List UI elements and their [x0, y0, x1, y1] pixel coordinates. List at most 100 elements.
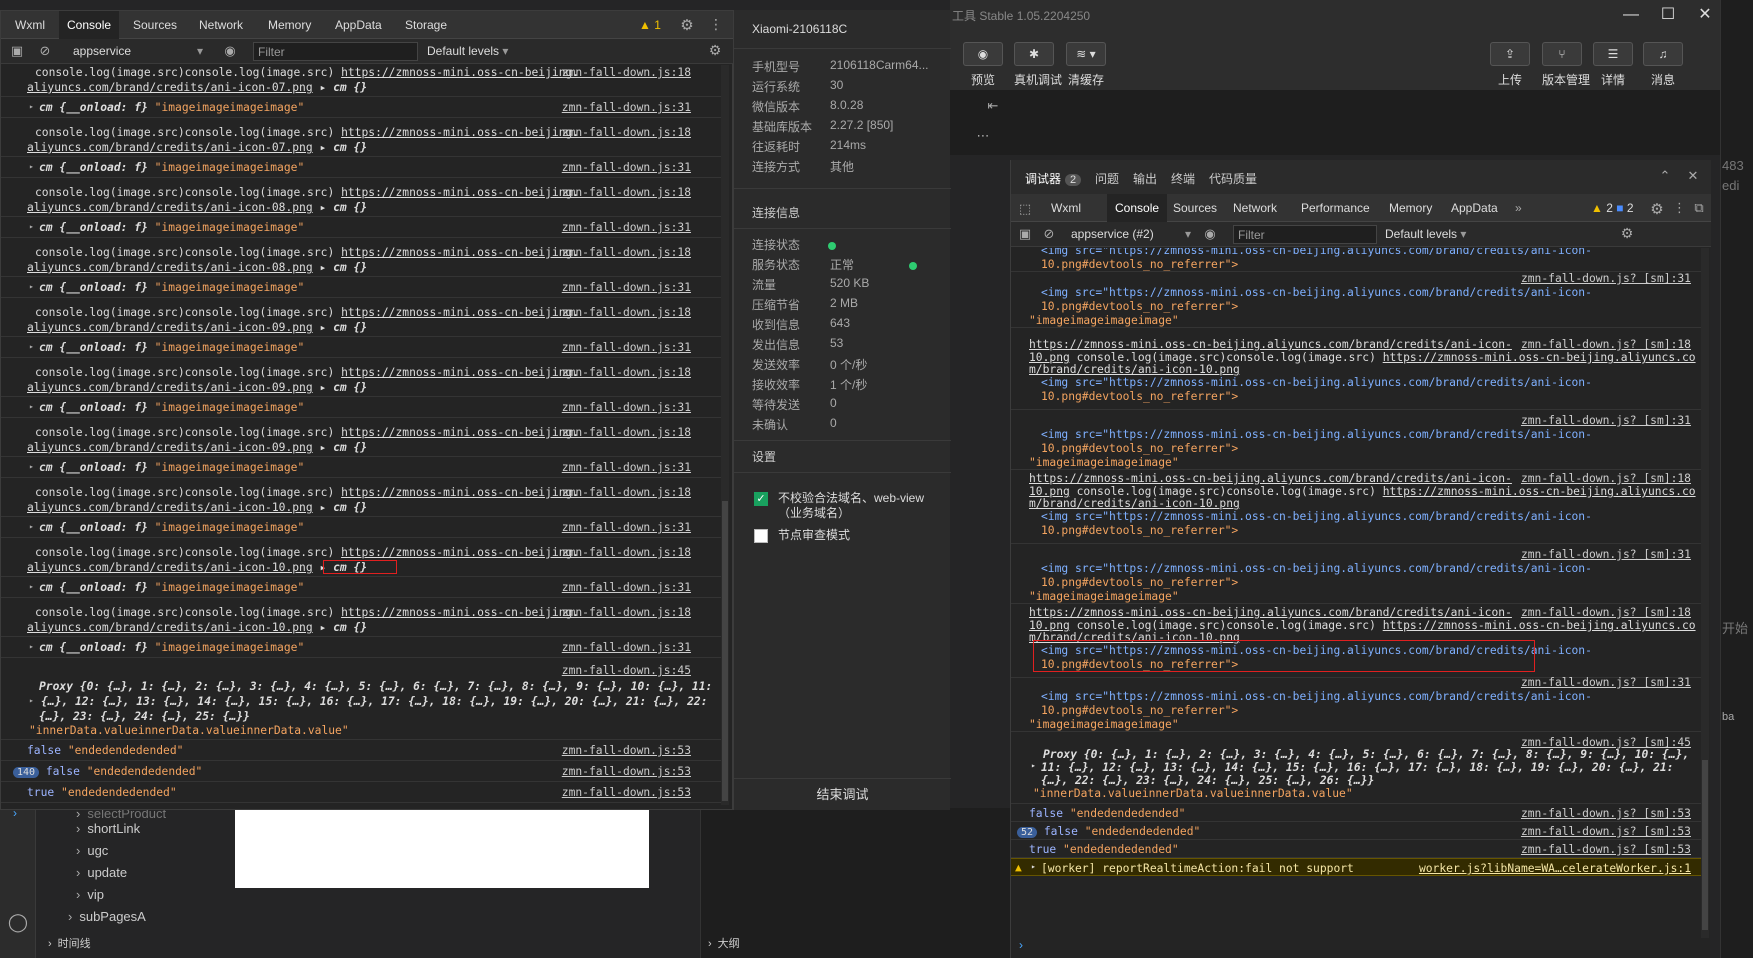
tree-item-subpagesa[interactable]: › subPagesA [68, 909, 146, 924]
log-url-link[interactable]: aliyuncs.com/brand/credits/ani-icon-07.p… [27, 141, 313, 154]
log-source-link[interactable]: zmn-fall-down.js:31 [562, 101, 691, 114]
log-url-link[interactable]: https://zmnoss-mini.oss-cn-beijing.aliyu… [1029, 606, 1512, 619]
account-icon[interactable]: ◯ [6, 912, 30, 933]
img-tag-open[interactable]: <img src="https://zmnoss-mini.oss-cn-bei… [1041, 376, 1592, 389]
log-source-link[interactable]: zmn-fall-down.js? [sm]:18 [1521, 472, 1691, 485]
log-source-link[interactable]: zmn-fall-down.js:18 [562, 126, 691, 139]
log-object[interactable]: cm {__onload: f} [39, 401, 155, 414]
console-prompt[interactable]: › [13, 806, 17, 820]
expand-arrow-icon[interactable]: ▸ [29, 342, 34, 351]
log-url-link[interactable]: aliyuncs.com/brand/credits/ani-icon-10.p… [27, 561, 313, 574]
log-object[interactable]: cm {__onload: f} [39, 581, 155, 594]
sidebar-toggle-icon-2[interactable]: ▣ [1017, 226, 1033, 242]
log-object[interactable]: cm {} [326, 441, 367, 454]
log-object[interactable]: cm {__onload: f} [39, 521, 155, 534]
tab-performance-2[interactable]: Performance [1293, 194, 1378, 222]
tree-item-vip[interactable]: › vip [76, 887, 104, 902]
tab-sources-2[interactable]: Sources [1165, 194, 1225, 222]
log-source-link[interactable]: zmn-fall-down.js:18 [562, 366, 691, 379]
log-url-link[interactable]: aliyuncs.com/brand/credits/ani-icon-09.p… [27, 441, 313, 454]
eye-icon[interactable]: ◉ [221, 43, 239, 59]
log-url-link[interactable]: https://zmnoss-mini.oss-cn-beijing. [341, 486, 579, 499]
img-tag-close[interactable]: 10.png#devtools_no_referrer"> [1041, 576, 1238, 589]
img-tag-open[interactable]: <img src="https://zmnoss-mini.oss-cn-bei… [1041, 428, 1592, 441]
log-source-link[interactable]: zmn-fall-down.js:31 [562, 581, 691, 594]
log-url-link[interactable]: m/brand/credits/ani-icon-10.png [1029, 497, 1240, 510]
console-prompt-2[interactable]: › [1019, 938, 1023, 952]
log-object[interactable]: cm {} [326, 141, 367, 154]
collapse-panel-icon[interactable]: ⇤ [985, 98, 1001, 114]
log-url-link[interactable]: https://zmnoss-mini.oss-cn-beijing. [341, 366, 579, 379]
log-source-link[interactable]: zmn-fall-down.js:31 [562, 161, 691, 174]
log-url-link[interactable]: aliyuncs.com/brand/credits/ani-icon-10.p… [27, 501, 313, 514]
log-source-link[interactable]: zmn-fall-down.js:18 [562, 186, 691, 199]
close-window-button[interactable]: ✕ [1688, 2, 1722, 28]
expand-arrow-icon[interactable]: ▸ [29, 522, 34, 531]
expand-arrow-icon[interactable]: ▸ [1031, 761, 1036, 770]
log-source-link[interactable]: zmn-fall-down.js:45 [562, 664, 691, 677]
log-url-link[interactable]: aliyuncs.com/brand/credits/ani-icon-08.p… [27, 201, 313, 214]
real-device-debug-button[interactable]: ✱ 真机调试 [1014, 42, 1062, 88]
log-url-link[interactable]: https://zmnoss-mini.oss-cn-beijing. [341, 426, 579, 439]
log-object[interactable]: cm {} [326, 81, 367, 94]
close-panel-icon[interactable]: ✕ [1685, 168, 1701, 184]
tab-console-2[interactable]: Console [1107, 194, 1168, 222]
log-object[interactable]: cm {} [326, 261, 367, 274]
tree-item-ugc[interactable]: › ugc [76, 843, 108, 858]
undock-icon[interactable]: ⧉ [1691, 200, 1707, 216]
log-object[interactable]: cm {} [326, 501, 367, 514]
sidebar-toggle-icon[interactable]: ▣ [9, 43, 25, 59]
log-object[interactable]: cm {__onload: f} [39, 221, 155, 234]
more-tabs-icon[interactable]: » [1507, 194, 1530, 222]
log-source-link[interactable]: zmn-fall-down.js:31 [562, 221, 691, 234]
log-source-link[interactable]: zmn-fall-down.js? [sm]:53 [1521, 843, 1691, 856]
img-tag-open[interactable]: <img src="https://zmnoss-mini.oss-cn-bei… [1041, 510, 1592, 523]
log-source-link[interactable]: zmn-fall-down.js? [sm]:18 [1521, 606, 1691, 619]
tab-memory-2[interactable]: Memory [1381, 194, 1440, 222]
tab-wxml[interactable]: Wxml [7, 11, 53, 39]
log-source-link[interactable]: zmn-fall-down.js:18 [562, 606, 691, 619]
expand-arrow-icon[interactable]: ▸ [29, 462, 34, 471]
log-source-link[interactable]: worker.js?libName=WA…celerateWorker.js:1 [1419, 862, 1691, 875]
maximize-button[interactable]: ☐ [1651, 2, 1685, 28]
console-settings-icon-2[interactable]: ⚙ [1619, 225, 1635, 242]
img-tag-open[interactable]: <img src="https://zmnoss-mini.oss-cn-bei… [1041, 248, 1592, 257]
img-tag-close[interactable]: 10.png#devtools_no_referrer"> [1041, 300, 1238, 313]
img-tag-close[interactable]: 10.png#devtools_no_referrer"> [1041, 390, 1238, 403]
tab-appdata[interactable]: AppData [327, 11, 390, 39]
context-select[interactable]: appservice ▾ [73, 44, 203, 58]
log-url-link[interactable]: https://zmnoss-mini.oss-cn-beijing. [341, 606, 579, 619]
warning-count-badge[interactable]: ▲ 1 [631, 11, 669, 39]
more-vertical-icon[interactable]: ⋮ [709, 16, 723, 33]
log-source-link[interactable]: zmn-fall-down.js:31 [562, 341, 691, 354]
console-settings-icon[interactable]: ⚙ [707, 42, 723, 59]
tab-network-2[interactable]: Network [1225, 194, 1285, 222]
log-source-link[interactable]: zmn-fall-down.js:31 [562, 641, 691, 654]
log-source-link[interactable]: zmn-fall-down.js:31 [562, 461, 691, 474]
log-object[interactable]: cm {__onload: f} [39, 281, 155, 294]
log-object[interactable]: cm {} [326, 621, 367, 634]
minimize-button[interactable]: — [1614, 2, 1648, 28]
img-tag-close[interactable]: 10.png#devtools_no_referrer"> [1041, 442, 1238, 455]
more-icon[interactable]: ⋯ [975, 128, 991, 144]
expand-arrow-icon[interactable]: ▸ [29, 582, 34, 591]
log-source-link[interactable]: zmn-fall-down.js? [sm]:31 [1521, 676, 1691, 689]
log-source-link[interactable]: zmn-fall-down.js:18 [562, 546, 691, 559]
tab-storage[interactable]: Storage [397, 11, 455, 39]
node-inspect-checkbox[interactable] [754, 529, 768, 543]
log-source-link[interactable]: zmn-fall-down.js? [sm]:31 [1521, 548, 1691, 561]
log-url-link[interactable]: https://zmnoss-mini.oss-cn-beijing.aliyu… [1029, 338, 1512, 351]
context-select-2[interactable]: appservice (#2) ▾ [1071, 227, 1191, 241]
log-object[interactable]: cm {} [326, 381, 367, 394]
log-url-link[interactable]: https://zmnoss-mini.oss-cn-beijing.aliyu… [1383, 351, 1696, 364]
log-source-link[interactable]: zmn-fall-down.js:53 [562, 744, 691, 757]
skip-domain-check-checkbox[interactable]: ✓ [754, 492, 768, 506]
log-url-link[interactable]: https://zmnoss-mini.oss-cn-beijing. [341, 306, 579, 319]
log-url-link[interactable]: https://zmnoss-mini.oss-cn-beijing. [341, 546, 579, 559]
chevron-up-icon[interactable]: ⌃ [1657, 168, 1673, 184]
log-source-link[interactable]: zmn-fall-down.js:18 [562, 486, 691, 499]
tab-code-quality[interactable]: 代码质量 [1209, 170, 1257, 187]
log-url-link[interactable]: https://zmnoss-mini.oss-cn-beijing.aliyu… [1029, 472, 1512, 485]
tab-network[interactable]: Network [191, 11, 251, 39]
log-source-link[interactable]: zmn-fall-down.js:31 [562, 521, 691, 534]
